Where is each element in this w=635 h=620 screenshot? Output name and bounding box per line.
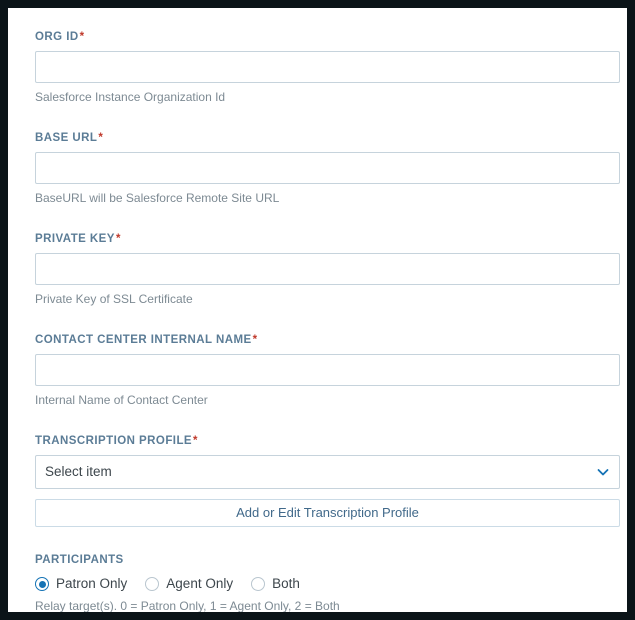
base-url-label: BASE URL*	[35, 131, 620, 145]
base-url-help-text: BaseURL will be Salesforce Remote Site U…	[35, 191, 280, 205]
radio-both-mark	[251, 577, 266, 591]
org-id-required-marker: *	[79, 31, 85, 43]
radio-both[interactable]: Both	[251, 576, 300, 592]
transcription-profile-selected-value: Select item	[45, 464, 112, 479]
field-base-url: BASE URL* BaseURL will be Salesforce Rem…	[35, 131, 620, 206]
participants-help-text: Relay target(s). 0 = Patron Only, 1 = Ag…	[35, 599, 340, 612]
contact-center-internal-name-label: CONTACT CENTER INTERNAL NAME*	[35, 333, 620, 347]
chevron-down-icon[interactable]	[596, 465, 610, 479]
org-id-input[interactable]	[35, 51, 620, 83]
add-or-edit-transcription-profile-button[interactable]: Add or Edit Transcription Profile	[35, 499, 620, 527]
transcription-profile-label-text: TRANSCRIPTION PROFILE	[35, 435, 193, 447]
participants-radio-group: Patron Only Agent Only Both	[35, 576, 620, 592]
org-id-help-text: Salesforce Instance Organization Id	[35, 90, 226, 104]
radio-patron-only-label: Patron Only	[56, 576, 128, 591]
contact-center-internal-name-label-text: CONTACT CENTER INTERNAL NAME	[35, 334, 252, 346]
base-url-required-marker: *	[98, 132, 104, 144]
window-frame: ORG ID* Salesforce Instance Organization…	[0, 0, 635, 620]
radio-both-label: Both	[272, 576, 300, 591]
radio-patron-only-mark	[35, 577, 49, 591]
base-url-label-text: BASE URL	[35, 132, 98, 144]
radio-patron-only[interactable]: Patron Only	[35, 576, 127, 592]
field-transcription-profile: TRANSCRIPTION PROFILE* Select item Add o…	[35, 434, 620, 527]
contact-center-internal-name-help-text: Internal Name of Contact Center	[35, 393, 208, 407]
participants-label: PARTICIPANTS	[35, 554, 124, 566]
private-key-label-text: PRIVATE KEY	[35, 233, 115, 245]
base-url-input[interactable]	[35, 152, 620, 184]
configuration-form: ORG ID* Salesforce Instance Organization…	[35, 30, 620, 612]
org-id-label-text: ORG ID	[35, 31, 79, 43]
transcription-profile-label: TRANSCRIPTION PROFILE*	[35, 434, 620, 448]
private-key-required-marker: *	[115, 233, 121, 245]
private-key-label: PRIVATE KEY*	[35, 232, 620, 246]
private-key-help-text: Private Key of SSL Certificate	[35, 292, 193, 306]
contact-center-internal-name-input[interactable]	[35, 354, 620, 386]
field-private-key: PRIVATE KEY* Private Key of SSL Certific…	[35, 232, 620, 307]
transcription-profile-select-wrap: Select item	[35, 455, 620, 489]
transcription-profile-select[interactable]: Select item	[35, 455, 620, 489]
transcription-profile-required-marker: *	[193, 435, 198, 447]
field-contact-center-internal-name: CONTACT CENTER INTERNAL NAME* Internal N…	[35, 333, 620, 408]
radio-agent-only-label: Agent Only	[166, 576, 234, 591]
settings-card: ORG ID* Salesforce Instance Organization…	[8, 8, 627, 612]
field-org-id: ORG ID* Salesforce Instance Organization…	[35, 30, 620, 105]
field-participants: PARTICIPANTS Patron Only Agent Only Both	[35, 553, 620, 612]
contact-center-internal-name-required-marker: *	[252, 334, 258, 346]
private-key-input[interactable]	[35, 253, 620, 285]
radio-agent-only[interactable]: Agent Only	[145, 576, 233, 592]
org-id-label: ORG ID*	[35, 30, 620, 44]
radio-agent-only-mark	[145, 577, 160, 591]
